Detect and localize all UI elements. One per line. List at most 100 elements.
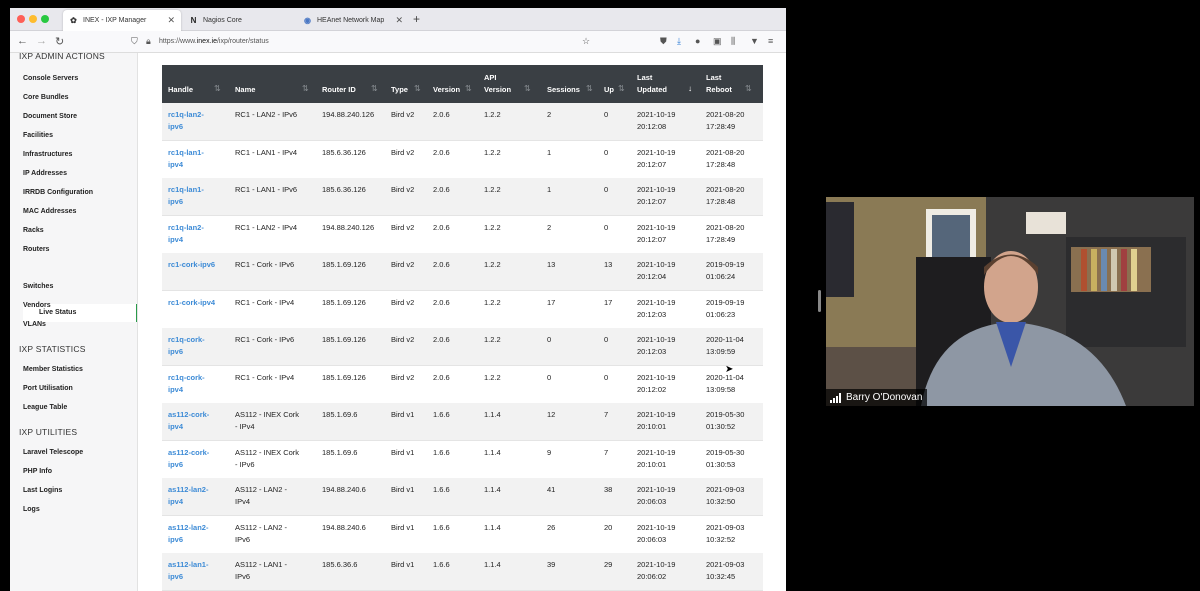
cell-version: 2.0.6: [433, 147, 450, 157]
cell-last-reboot-line2: 13:09:59: [706, 347, 736, 356]
new-tab-button[interactable]: +: [413, 12, 420, 26]
sort-icon[interactable]: ⇅: [524, 84, 531, 93]
sort-icon[interactable]: ⇅: [414, 84, 421, 93]
column-header-last-updated-line2[interactable]: Updated: [637, 84, 667, 96]
participant-name: Barry O'Donovan: [846, 392, 923, 403]
cell-handle-line2[interactable]: ipv6: [168, 121, 183, 133]
account-icon[interactable]: ●: [695, 36, 700, 46]
cell-handle-line1[interactable]: rc1q-lan2-: [168, 109, 204, 121]
cell-handle-line2[interactable]: ipv4: [168, 234, 183, 246]
pocket-icon[interactable]: ⛊: [660, 36, 667, 47]
sort-icon[interactable]: ⇅: [618, 84, 625, 93]
extension-icon[interactable]: ▣: [713, 36, 722, 47]
sidebar-item-vlans[interactable]: VLANs: [23, 321, 46, 328]
column-header-version[interactable]: Version: [433, 84, 460, 96]
panel-resize-handle[interactable]: [818, 290, 821, 312]
sidebar-item-laravel-telescope[interactable]: Laravel Telescope: [23, 449, 83, 456]
sidebar-item-document-store[interactable]: Document Store: [23, 113, 77, 120]
close-icon[interactable]: ✕: [395, 15, 403, 26]
cell-handle-line1[interactable]: rc1q-lan1-: [168, 184, 204, 196]
sort-icon[interactable]: ⇅: [302, 84, 309, 93]
cell-last-reboot-line2: 01:30:52: [706, 422, 736, 431]
cell-handle-line2[interactable]: ipv6: [168, 534, 183, 546]
lock-icon[interactable]: 🔒︎: [146, 36, 151, 47]
column-header-last-updated-line1[interactable]: Last: [637, 72, 652, 84]
tab-nagios[interactable]: N Nagios Core: [183, 10, 295, 31]
minimize-window-button[interactable]: [29, 15, 37, 23]
tab-ixp-manager[interactable]: ✿ INEX - IXP Manager ✕: [63, 10, 181, 31]
sidebar-item-irrdb-configuration[interactable]: IRRDB Configuration: [23, 189, 93, 196]
sidebar-item-port-utilisation[interactable]: Port Utilisation: [23, 385, 73, 392]
sidebar-item-mac-addresses[interactable]: MAC Addresses: [23, 208, 76, 215]
column-header-api-version-line2[interactable]: Version: [484, 84, 511, 96]
cell-handle-line2[interactable]: ipv6: [168, 571, 183, 583]
cell-handle-line2[interactable]: ipv4: [168, 159, 183, 171]
cell-handle-line2[interactable]: ipv4: [168, 421, 183, 433]
sidebar-item-infrastructures[interactable]: Infrastructures: [23, 151, 72, 158]
sidebar-item-vendors[interactable]: Vendors: [23, 302, 51, 309]
column-header-name[interactable]: Name: [235, 84, 255, 96]
sidebar-item-switches[interactable]: Switches: [23, 283, 53, 290]
column-header-last-reboot-line2[interactable]: Reboot: [706, 84, 732, 96]
library-icon[interactable]: ⫼: [731, 36, 735, 47]
cell-name-line2: IPv4: [235, 497, 251, 506]
sidebar-item-logs[interactable]: Logs: [23, 506, 40, 513]
cell-handle-line1[interactable]: as112-lan2-: [168, 522, 208, 534]
cell-handle-line1[interactable]: as112-cork-: [168, 409, 209, 421]
sort-icon[interactable]: ⇅: [214, 84, 221, 93]
cell-handle-line1[interactable]: as112-lan2-: [168, 484, 208, 496]
back-icon[interactable]: ←: [17, 35, 28, 47]
column-header-last-reboot-line1[interactable]: Last: [706, 72, 721, 84]
reload-icon[interactable]: ↻: [55, 35, 64, 48]
cell-sessions: 1: [547, 147, 552, 157]
cell-name-line1: AS112 - LAN1 -: [235, 560, 287, 569]
filter-icon[interactable]: ▼: [750, 36, 759, 46]
cell-handle-line1[interactable]: rc1-cork-ipv4: [168, 297, 215, 309]
column-header-sessions[interactable]: Sessions: [547, 84, 580, 96]
column-header-router-id[interactable]: Router ID: [322, 84, 356, 96]
cell-last-updated-line1: 2021-10-19: [637, 335, 676, 344]
sort-descending-icon[interactable]: ↓: [688, 84, 692, 93]
cell-handle-line2[interactable]: ipv4: [168, 496, 183, 508]
column-header-up[interactable]: Up: [604, 84, 614, 96]
column-header-handle[interactable]: Handle: [168, 84, 193, 96]
cell-handle-line1[interactable]: as112-lan1-: [168, 559, 208, 571]
column-header-type[interactable]: Type: [391, 84, 408, 96]
sort-icon[interactable]: ⇅: [371, 84, 378, 93]
cell-handle-line2[interactable]: ipv6: [168, 346, 183, 358]
shield-icon[interactable]: ⛉: [131, 36, 138, 47]
cell-handle-line2[interactable]: ipv4: [168, 384, 183, 396]
sidebar-item-member-statistics[interactable]: Member Statistics: [23, 366, 83, 373]
sidebar-item-racks[interactable]: Racks: [23, 227, 44, 234]
sidebar-item-core-bundles[interactable]: Core Bundles: [23, 94, 69, 101]
sidebar-item-php-info[interactable]: PHP Info: [23, 468, 52, 475]
bookmark-star-icon[interactable]: ☆: [582, 36, 590, 47]
url-field[interactable]: https://www.inex.ie/ixp/router/status: [159, 38, 269, 45]
sidebar-item-console-servers[interactable]: Console Servers: [23, 75, 78, 82]
sort-icon[interactable]: ⇅: [465, 84, 472, 93]
sidebar-item-league-table[interactable]: League Table: [23, 404, 67, 411]
cell-handle-line1[interactable]: rc1q-lan2-: [168, 222, 204, 234]
cell-handle-line1[interactable]: rc1q-cork-: [168, 334, 205, 346]
column-header-api-version-line1[interactable]: API: [484, 72, 497, 84]
zoom-window-button[interactable]: [41, 15, 49, 23]
cell-handle-line1[interactable]: rc1q-lan1-: [168, 147, 204, 159]
download-icon[interactable]: ⤓: [677, 36, 681, 47]
cell-handle-line1[interactable]: rc1-cork-ipv6: [168, 259, 215, 271]
cell-handle-line2[interactable]: ipv6: [168, 196, 183, 208]
sidebar-item-facilities[interactable]: Facilities: [23, 132, 53, 139]
sidebar-item-routers[interactable]: Routers: [23, 246, 49, 253]
forward-icon[interactable]: →: [36, 35, 47, 47]
close-icon[interactable]: ✕: [167, 15, 175, 26]
cell-handle-line1[interactable]: as112-cork-: [168, 447, 209, 459]
sidebar-item-last-logins[interactable]: Last Logins: [23, 487, 62, 494]
sort-icon[interactable]: ⇅: [745, 84, 752, 93]
table-row: rc1q-lan2- ipv6 RC1 - LAN2 - IPv6 194.88.24…: [162, 103, 763, 141]
sort-icon[interactable]: ⇅: [586, 84, 593, 93]
sidebar-item-ip-addresses[interactable]: IP Addresses: [23, 170, 67, 177]
tab-heanet-map[interactable]: ◉ HEAnet Network Map ✕: [297, 10, 409, 31]
menu-icon[interactable]: ≡: [768, 36, 773, 46]
cell-handle-line1[interactable]: rc1q-cork-: [168, 372, 205, 384]
close-window-button[interactable]: [17, 15, 25, 23]
cell-handle-line2[interactable]: ipv6: [168, 459, 183, 471]
